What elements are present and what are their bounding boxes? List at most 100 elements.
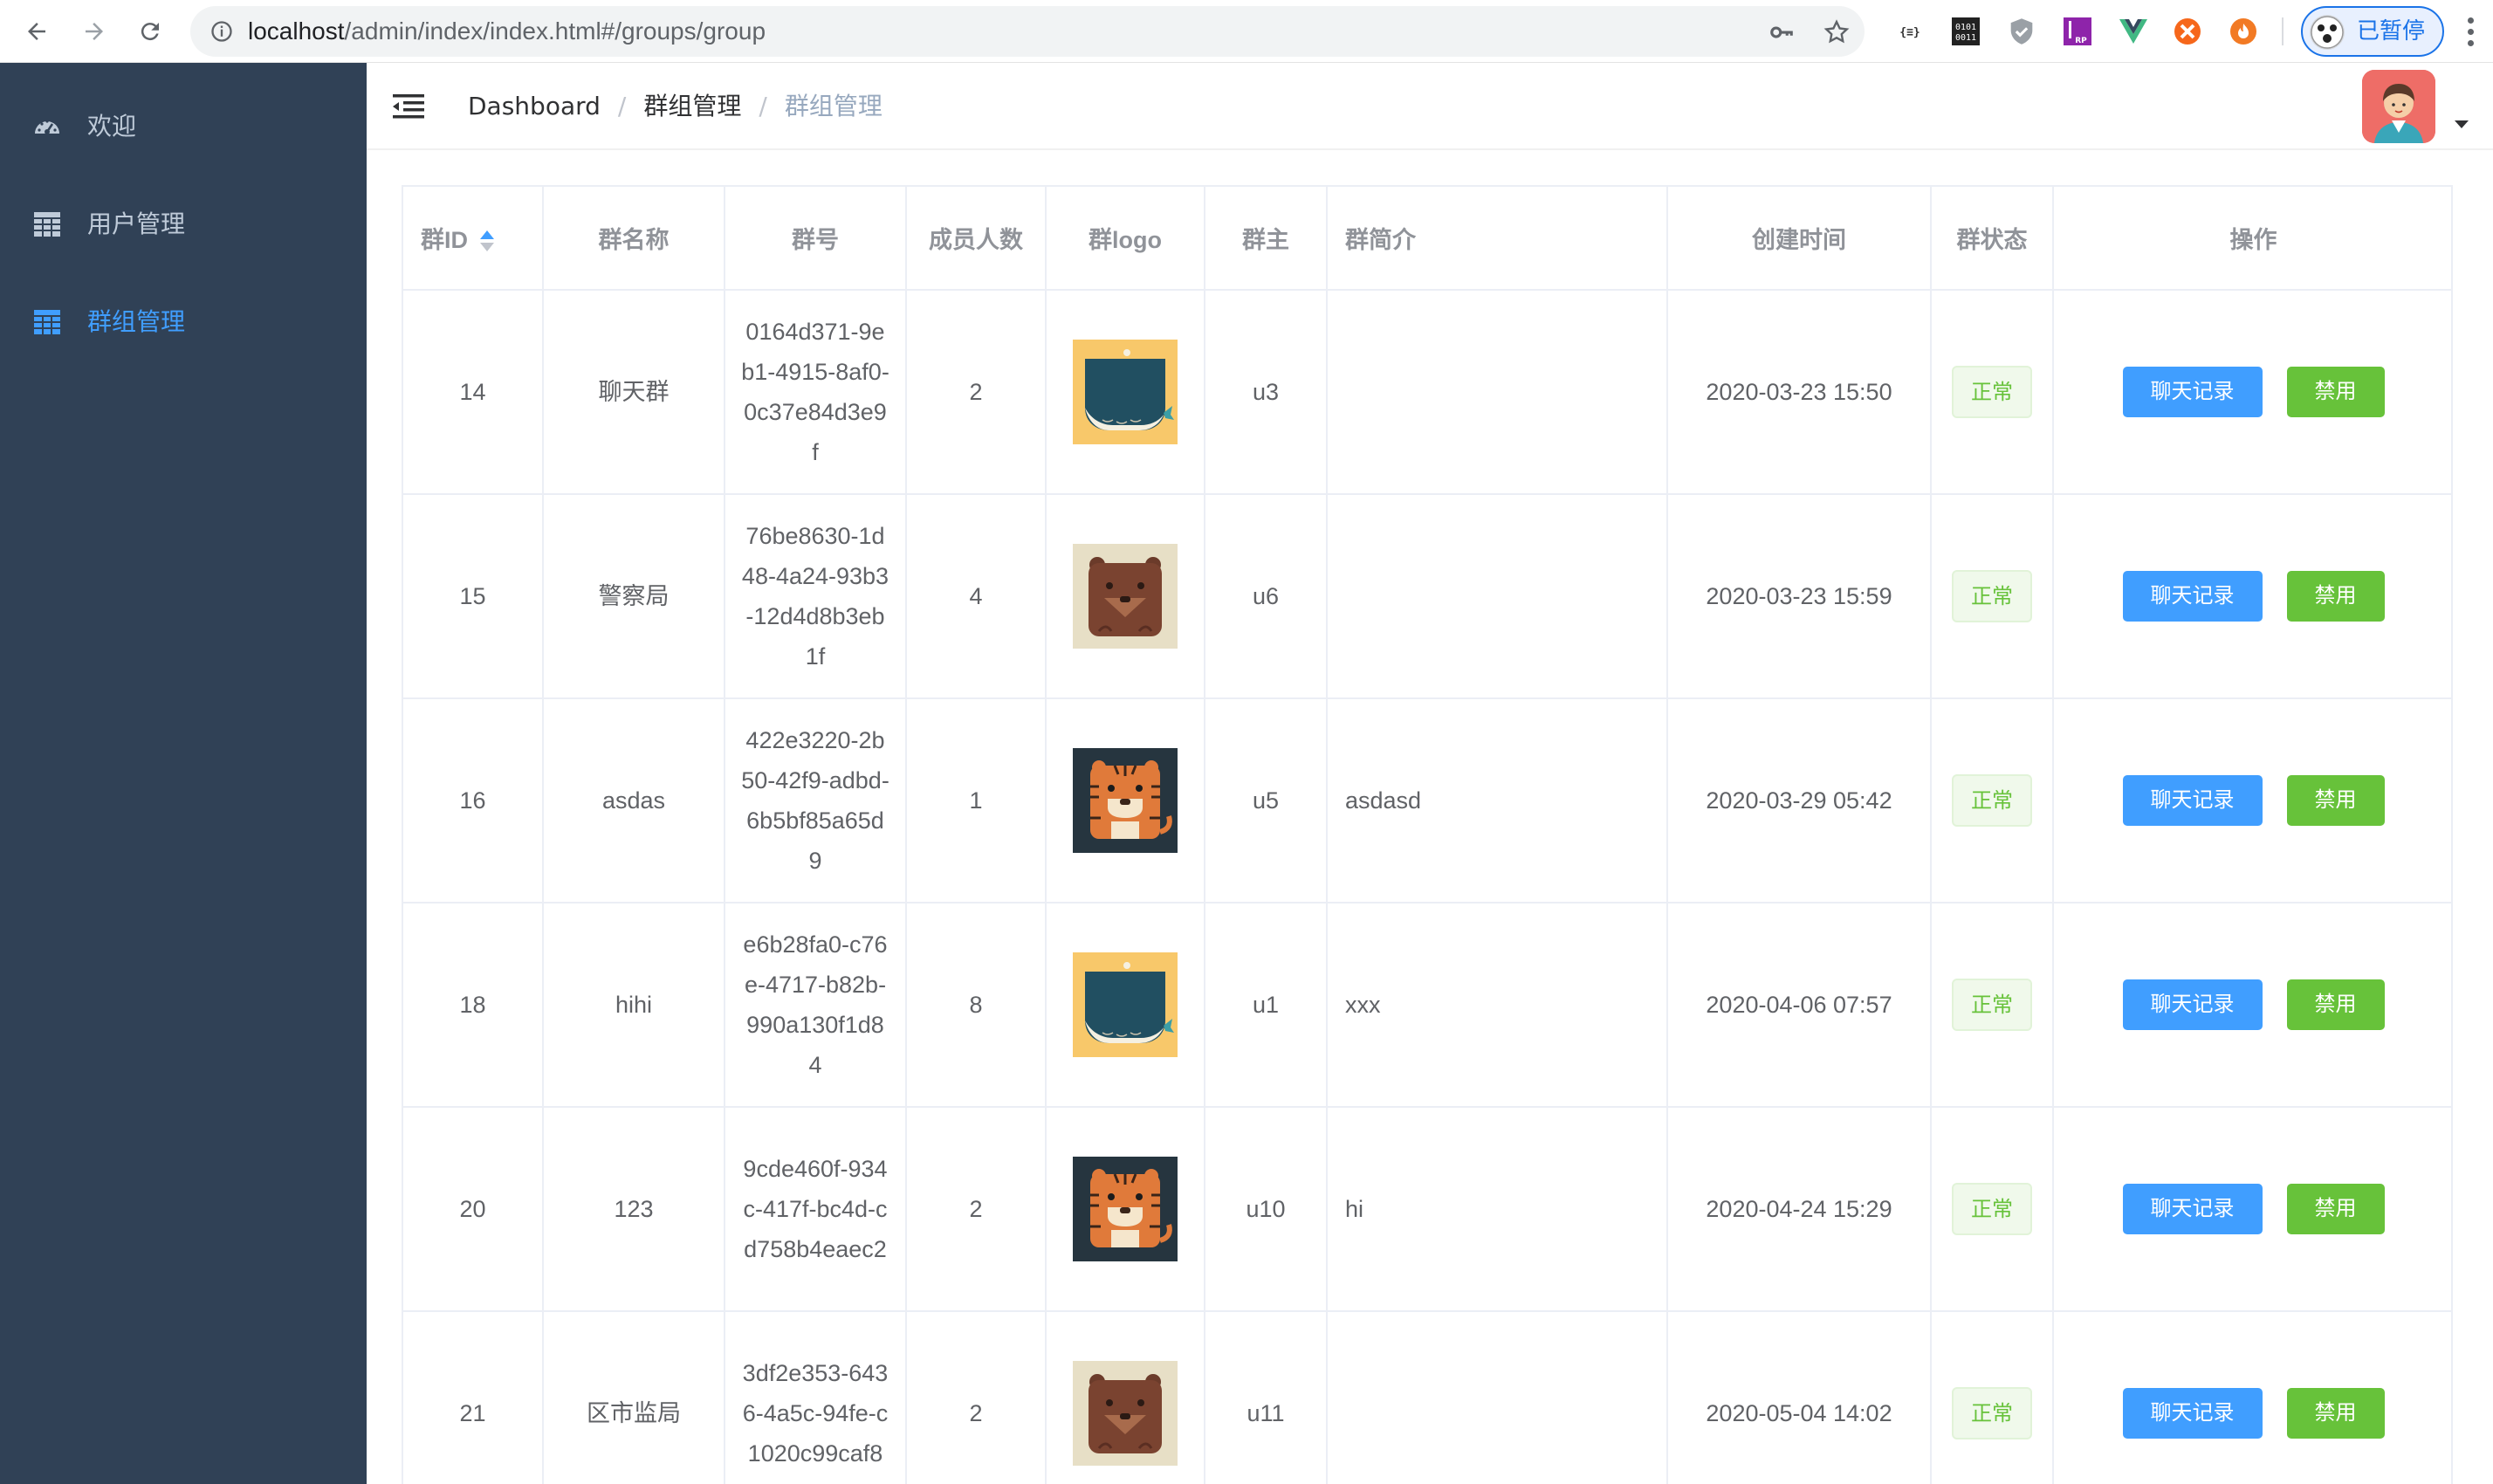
table-row: 21 区市监局 3df2e353-6436-4a5c-94fe-c1020c99ca… <box>403 1311 2451 1484</box>
cell-number: 3df2e353-6436-4a5c-94fe-c1020c99caf8 <box>725 1311 907 1484</box>
navbar: Dashboard / 群组管理 / 群组管理 <box>367 63 2493 150</box>
cell-owner: u6 <box>1205 494 1328 699</box>
bear-logo <box>1073 544 1178 649</box>
table-header-row: 群ID 群名称 群号 成员人数 群logo 群主 群简介 创建时间 群状态 操作 <box>403 187 2451 291</box>
cell-members: 4 <box>906 494 1047 699</box>
cell-created: 2020-03-23 15:50 <box>1667 290 1932 495</box>
status-badge: 正常 <box>1952 570 2032 622</box>
sidebar: 欢迎 用户管理 群组管理 <box>0 63 367 1484</box>
shield-extension-icon[interactable] <box>2004 14 2039 49</box>
cell-id: 20 <box>403 1107 544 1312</box>
svg-text:0101: 0101 <box>1955 23 1976 32</box>
cell-intro <box>1327 290 1668 495</box>
cell-created: 2020-03-23 15:59 <box>1667 494 1932 699</box>
cell-name: 警察局 <box>543 494 725 699</box>
bookmark-star-icon[interactable] <box>1823 18 1851 46</box>
cell-name: 聊天群 <box>543 290 725 495</box>
reload-icon[interactable] <box>131 12 169 51</box>
table-icon <box>34 310 60 334</box>
profile-paused-label: 已暂停 <box>2357 18 2426 45</box>
sidebar-item-users[interactable]: 用户管理 <box>0 175 367 273</box>
cell-owner: u11 <box>1205 1311 1328 1484</box>
cell-owner: u1 <box>1205 903 1328 1108</box>
sidebar-item-label: 用户管理 <box>87 210 186 238</box>
cell-actions: 聊天记录 禁用 <box>2053 1107 2451 1312</box>
breadcrumb-groups[interactable]: 群组管理 <box>643 63 741 150</box>
avatar[interactable] <box>2362 70 2435 143</box>
cell-created: 2020-05-04 14:02 <box>1667 1311 1932 1484</box>
address-bar[interactable]: localhost/admin/index/index.html#/groups… <box>190 6 1865 57</box>
status-badge: 正常 <box>1952 1387 2032 1439</box>
cell-status: 正常 <box>1931 1311 2054 1484</box>
column-header-actions: 操作 <box>2053 187 2451 291</box>
rp-extension-icon[interactable]: RP <box>2060 14 2095 49</box>
cell-owner: u3 <box>1205 290 1328 495</box>
chat-history-button[interactable]: 聊天记录 <box>2122 775 2263 826</box>
cell-name: 区市监局 <box>543 1311 725 1484</box>
cell-id: 18 <box>403 903 544 1108</box>
disable-button[interactable]: 禁用 <box>2286 1388 2385 1439</box>
sidebar-item-label: 群组管理 <box>87 307 186 336</box>
orange-extension-icon[interactable] <box>2170 14 2205 49</box>
cell-intro: asdasd <box>1327 698 1668 903</box>
column-header-number: 群号 <box>725 187 907 291</box>
cell-logo <box>1046 1107 1205 1312</box>
table-row: 14 聊天群 0164d371-9eb1-4915-8af0-0c37e84d3e9… <box>403 290 2451 495</box>
column-header-id[interactable]: 群ID <box>403 187 544 291</box>
cell-logo <box>1046 290 1205 495</box>
cell-intro <box>1327 1311 1668 1484</box>
chat-history-button[interactable]: 聊天记录 <box>2122 571 2263 622</box>
cell-created: 2020-03-29 05:42 <box>1667 698 1932 903</box>
sidebar-item-welcome[interactable]: 欢迎 <box>0 78 367 175</box>
browser-menu-icon[interactable] <box>2455 14 2486 49</box>
table-row: 16 asdas 422e3220-2b50-42f9-adbd-6b5bf85a6… <box>403 698 2451 903</box>
forward-icon[interactable] <box>75 12 113 51</box>
hamburger-icon[interactable] <box>393 93 424 120</box>
binary-extension-icon[interactable]: 0101 0011 <box>1948 14 1983 49</box>
cell-id: 15 <box>403 494 544 699</box>
key-icon[interactable] <box>1768 19 1795 45</box>
column-header-name: 群名称 <box>543 187 725 291</box>
breadcrumb-dashboard[interactable]: Dashboard <box>468 63 601 150</box>
column-header-members: 成员人数 <box>906 187 1047 291</box>
user-dropdown-caret-icon[interactable] <box>2455 120 2469 128</box>
vue-devtools-icon[interactable] <box>2116 14 2151 49</box>
disable-button[interactable]: 禁用 <box>2286 1184 2385 1234</box>
chat-history-button[interactable]: 聊天记录 <box>2122 367 2263 417</box>
cell-status: 正常 <box>1931 903 2054 1108</box>
json-extension-icon[interactable]: {≡} <box>1892 14 1927 49</box>
chat-history-button[interactable]: 聊天记录 <box>2122 1184 2263 1234</box>
chat-history-button[interactable]: 聊天记录 <box>2122 979 2263 1030</box>
disable-button[interactable]: 禁用 <box>2286 367 2385 417</box>
cell-name: asdas <box>543 698 725 903</box>
url-text: localhost/admin/index/index.html#/groups… <box>248 17 766 45</box>
cell-members: 2 <box>906 1107 1047 1312</box>
back-icon[interactable] <box>17 12 56 51</box>
column-header-logo: 群logo <box>1046 187 1205 291</box>
info-icon[interactable] <box>209 19 234 44</box>
disable-button[interactable]: 禁用 <box>2286 979 2385 1030</box>
bear-logo <box>1073 1361 1178 1466</box>
table-row: 15 警察局 76be8630-1d48-4a24-93b3-12d4d8b3eb1… <box>403 494 2451 699</box>
cell-status: 正常 <box>1931 494 2054 699</box>
cell-actions: 聊天记录 禁用 <box>2053 290 2451 495</box>
tiger-logo <box>1073 1157 1178 1261</box>
disable-button[interactable]: 禁用 <box>2286 775 2385 826</box>
table-row: 18 hihi e6b28fa0-c76e-4717-b82b-990a130f1d… <box>403 903 2451 1108</box>
whale-logo <box>1073 952 1178 1057</box>
column-header-intro: 群简介 <box>1327 187 1668 291</box>
disable-button[interactable]: 禁用 <box>2286 571 2385 622</box>
sidebar-item-label: 欢迎 <box>87 112 137 141</box>
column-header-created: 创建时间 <box>1667 187 1932 291</box>
cell-number: 0164d371-9eb1-4915-8af0-0c37e84d3e9f <box>725 290 907 495</box>
cell-created: 2020-04-24 15:29 <box>1667 1107 1932 1312</box>
sort-caret-icon[interactable] <box>480 230 494 253</box>
fire-extension-icon[interactable] <box>2226 14 2261 49</box>
user-avatar-icon <box>2362 70 2435 143</box>
tiger-logo <box>1073 748 1178 853</box>
profile-avatar-icon <box>2310 15 2345 50</box>
sidebar-item-groups[interactable]: 群组管理 <box>0 273 367 371</box>
profile-paused-button[interactable]: 已暂停 <box>2301 6 2444 57</box>
cell-members: 2 <box>906 1311 1047 1484</box>
chat-history-button[interactable]: 聊天记录 <box>2122 1388 2263 1439</box>
